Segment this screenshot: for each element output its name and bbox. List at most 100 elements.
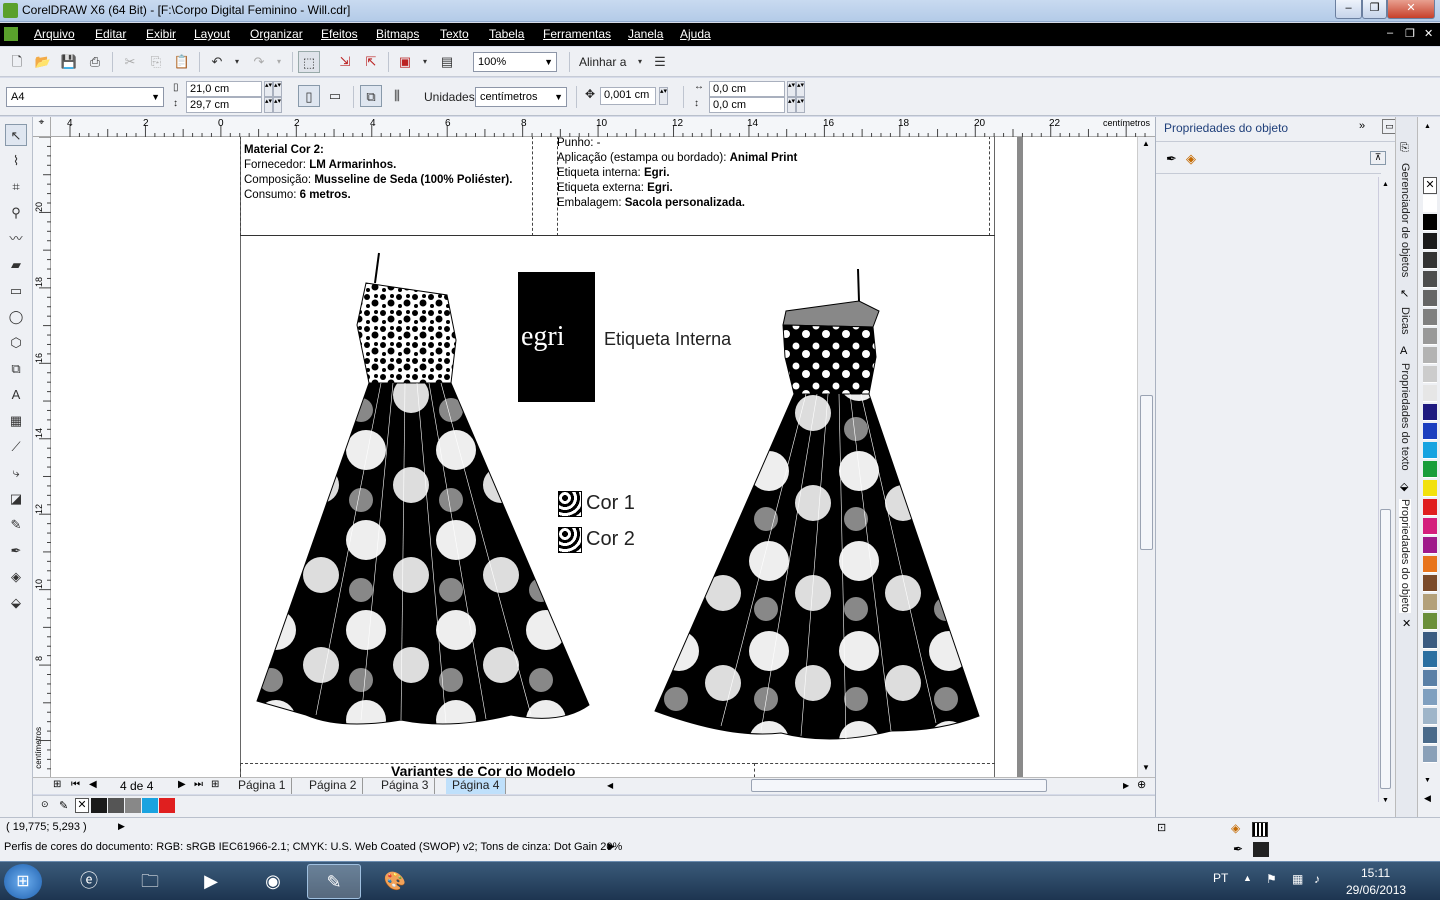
close-button[interactable]: ✕: [1387, 0, 1435, 19]
palette-swatch[interactable]: [1423, 461, 1437, 478]
save-icon[interactable]: 💾: [58, 51, 80, 73]
menu-arquivo[interactable]: Arquivo: [34, 27, 75, 41]
eyedropper-tool-icon[interactable]: ✎: [5, 514, 27, 536]
maximize-button[interactable]: ❐: [1362, 0, 1387, 19]
palette-swatch[interactable]: [1423, 499, 1437, 516]
document-swatch[interactable]: [91, 798, 107, 813]
color-profile-info[interactable]: Perfis de cores do documento: RGB: sRGB …: [4, 841, 622, 853]
media-player-icon[interactable]: ▶: [184, 864, 238, 899]
snap-dropdown-icon[interactable]: ▾: [629, 51, 651, 73]
menu-bitmaps[interactable]: Bitmaps: [376, 27, 419, 41]
language-indicator[interactable]: PT: [1213, 871, 1228, 885]
new-document-icon[interactable]: 🗋: [6, 51, 28, 73]
units-combo[interactable]: centímetros ▼: [475, 87, 567, 107]
dup-x-spinner[interactable]: ▴▾: [787, 81, 796, 97]
coords-expand-icon[interactable]: ▶: [118, 821, 125, 832]
fill-swatch[interactable]: [1252, 822, 1268, 837]
welcome-screen-icon[interactable]: ▤: [436, 51, 458, 73]
tab-pagina-4[interactable]: Página 4: [446, 778, 507, 794]
palette-swatch[interactable]: [1423, 480, 1437, 497]
palette-swatch[interactable]: [1423, 613, 1437, 630]
import-icon[interactable]: ⇲: [334, 51, 356, 73]
page-width-field[interactable]: 21,0 cm: [186, 81, 262, 97]
table-tool-icon[interactable]: ▦: [5, 410, 27, 432]
menu-editar[interactable]: Editar: [95, 27, 126, 41]
tab-pagina-3[interactable]: Página 3: [375, 778, 436, 794]
mdi-minimize-button[interactable]: –: [1387, 27, 1393, 39]
dimension-tool-icon[interactable]: ⟋: [5, 436, 27, 458]
blend-tool-icon[interactable]: ◪: [5, 488, 27, 510]
document-swatch[interactable]: [159, 798, 175, 813]
copy-icon[interactable]: ⎘: [145, 51, 167, 73]
palette-swatch[interactable]: [1423, 518, 1437, 535]
add-page-after-icon[interactable]: ⊞: [211, 779, 219, 790]
next-page-icon[interactable]: ▶: [178, 779, 186, 790]
paint-icon[interactable]: 🎨: [368, 864, 422, 899]
tab-object-properties[interactable]: Propriedades do objeto: [1399, 499, 1411, 613]
drawing-canvas[interactable]: Material Cor 2: Fornecedor: LM Armarinho…: [51, 137, 1137, 777]
palette-swatch[interactable]: [1423, 727, 1437, 744]
first-page-icon[interactable]: ⏮: [71, 779, 80, 790]
current-page-icon[interactable]: ⫼: [386, 85, 408, 107]
palette-swatch[interactable]: [1423, 404, 1437, 421]
zoom-tool-icon[interactable]: ⚲: [5, 202, 27, 224]
palette-swatch[interactable]: [1423, 594, 1437, 611]
nudge-spinner[interactable]: ▴▾: [659, 87, 668, 105]
crop-tool-icon[interactable]: ⌗: [5, 176, 27, 198]
search-content-icon[interactable]: ⬚: [298, 51, 320, 73]
profile-expand-icon[interactable]: ▶: [608, 841, 615, 852]
paste-icon[interactable]: 📋: [171, 51, 193, 73]
zoom-combo[interactable]: 100% ▼: [473, 52, 557, 72]
tab-pagina-2[interactable]: Página 2: [303, 778, 364, 794]
explorer-folder-icon[interactable]: 🗀: [123, 864, 177, 899]
palette-swatch[interactable]: [1423, 632, 1437, 649]
dup-y-spinner-2[interactable]: ▴▾: [796, 97, 805, 113]
palette-swatch[interactable]: [1423, 746, 1437, 763]
landscape-icon[interactable]: ▭: [324, 85, 346, 107]
dup-x-spinner-2[interactable]: ▴▾: [796, 81, 805, 97]
print-icon[interactable]: ⎙: [84, 51, 106, 73]
docker-scrollbar[interactable]: ▲ ▼: [1378, 177, 1392, 804]
undo-dropdown-icon[interactable]: ▾: [226, 51, 248, 73]
palette-swatch[interactable]: [1423, 271, 1437, 288]
palette-swatch[interactable]: [1423, 366, 1437, 383]
application-launcher-icon[interactable]: ▣: [394, 51, 416, 73]
document-swatch[interactable]: [108, 798, 124, 813]
palette-swatch[interactable]: [1423, 252, 1437, 269]
tab-object-manager[interactable]: Gerenciador de objetos: [1399, 163, 1411, 277]
cut-icon[interactable]: ✂: [119, 51, 141, 73]
docker-options-icon[interactable]: ⊼: [1370, 151, 1386, 165]
palette-swatch[interactable]: [1423, 689, 1437, 706]
docker-scroll-thumb[interactable]: [1380, 509, 1391, 789]
tray-expand-icon[interactable]: ▲: [1243, 873, 1252, 883]
basic-shapes-tool-icon[interactable]: ⧉: [5, 358, 27, 380]
clock-time[interactable]: 15:11: [1361, 866, 1390, 880]
palette-swatch[interactable]: [1423, 423, 1437, 440]
launcher-dropdown-icon[interactable]: ▾: [414, 51, 436, 73]
last-page-icon[interactable]: ⏭: [194, 779, 203, 790]
duplicate-x-field[interactable]: 0,0 cm: [709, 81, 785, 97]
scroll-up-icon[interactable]: ▲: [1382, 181, 1389, 188]
menu-tabela[interactable]: Tabela: [489, 27, 524, 41]
scroll-down-icon[interactable]: ▼: [1382, 797, 1389, 804]
snap-to-label[interactable]: Alinhar a: [579, 55, 626, 69]
scroll-left-icon[interactable]: ◀: [607, 781, 613, 790]
mdi-close-button[interactable]: ✕: [1424, 27, 1433, 40]
zoom-nav-icon[interactable]: ⊕: [1137, 778, 1146, 791]
connector-tool-icon[interactable]: ⤷: [5, 462, 27, 484]
tab-pagina-1[interactable]: Página 1: [232, 778, 293, 794]
mdi-restore-button[interactable]: ❐: [1405, 27, 1415, 40]
palette-swatch[interactable]: [1423, 195, 1437, 212]
outline-pen-icon[interactable]: ✒: [1166, 151, 1177, 167]
palette-swatch[interactable]: [1423, 385, 1437, 402]
open-folder-icon[interactable]: 📂: [32, 51, 54, 73]
page-height-field[interactable]: 29,7 cm: [186, 97, 262, 113]
horizontal-ruler[interactable]: 4 2 0 2 4 6 8 10 12 14 16 18 20 22 centí…: [50, 117, 1155, 137]
palette-swatch[interactable]: [1423, 309, 1437, 326]
palette-up-icon[interactable]: ▲: [1424, 123, 1431, 130]
scroll-up-icon[interactable]: ▲: [1142, 139, 1150, 148]
palette-swatch[interactable]: [1423, 233, 1437, 250]
redo-icon[interactable]: ↷: [248, 51, 270, 73]
menu-ferramentas[interactable]: Ferramentas: [543, 27, 611, 41]
menu-ajuda[interactable]: Ajuda: [680, 27, 711, 41]
